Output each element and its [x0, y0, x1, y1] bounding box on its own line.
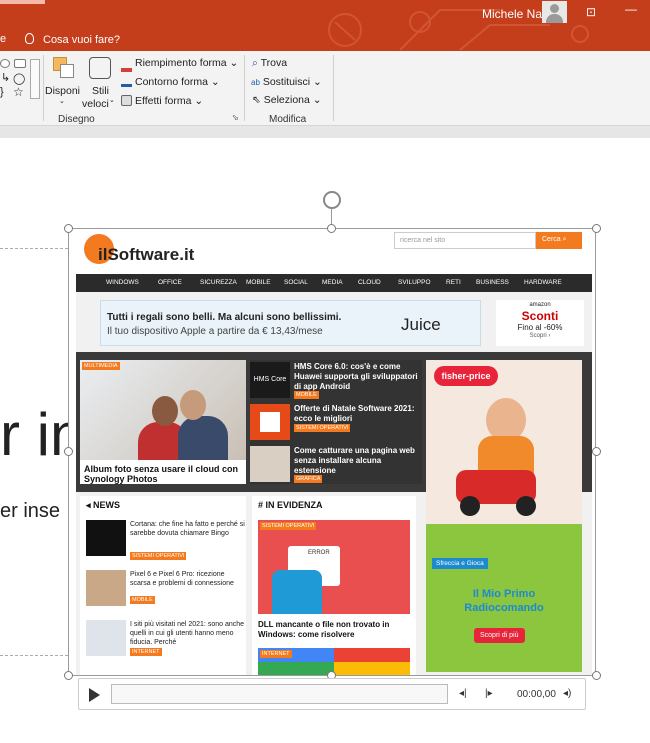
placeholder-border [0, 248, 68, 249]
draw-group-label: Disegno [58, 114, 95, 125]
step-forward-icon[interactable]: |▸ [485, 688, 493, 699]
minimize-icon[interactable]: — [625, 2, 637, 16]
oval-shape-icon[interactable] [0, 59, 10, 68]
tell-me-text: Cosa vuoi fare? [43, 34, 121, 46]
shape-fill-button[interactable]: Riempimento forma ⌄ [121, 57, 238, 72]
powerpoint-window: e Cosa vuoi fare? Michele Nasi ⊡ — ↳ ◯ }… [0, 0, 650, 743]
play-icon[interactable] [89, 688, 100, 702]
find-label: Trova [260, 57, 288, 69]
tell-me-box[interactable]: Cosa vuoi fare? [25, 33, 120, 46]
selection-border [68, 228, 596, 676]
quick-styles-label-2: veloci [82, 98, 109, 110]
resize-handle[interactable] [592, 224, 601, 233]
placeholder-border [0, 655, 68, 656]
dialog-launcher-icon[interactable]: ⬂ [232, 113, 239, 122]
ribbon-bottom-strip [0, 126, 650, 138]
media-controls: ◂| |▸ 00:00,00 ◂) [78, 678, 586, 710]
brace-shape-icon[interactable]: } [0, 86, 4, 98]
select-button[interactable]: ⇖ Seleziona ⌄ [252, 94, 322, 106]
arrow-shape-icon[interactable]: ↳ [1, 71, 10, 84]
lightbulb-icon [25, 33, 34, 44]
volume-icon[interactable]: ◂) [563, 688, 571, 699]
gallery-scroll[interactable] [30, 59, 40, 99]
rounded-rect-shape-icon[interactable] [14, 59, 26, 68]
shape-outline-button[interactable]: Contorno forma ⌄ [121, 76, 220, 88]
resize-handle[interactable] [64, 224, 73, 233]
active-tab-indicator [0, 0, 45, 4]
replace-button[interactable]: ab Sostituisci ⌄ [251, 76, 322, 88]
media-progress-bar[interactable] [111, 684, 448, 704]
quick-styles-label-1: Stili [92, 85, 109, 97]
resize-handle[interactable] [327, 224, 336, 233]
shape-effects-label: Effetti forma [135, 95, 192, 107]
paint-bucket-icon [121, 68, 132, 72]
avatar[interactable] [542, 1, 567, 23]
chevron-down-icon: ⌄ [59, 98, 65, 105]
pen-icon [121, 76, 132, 87]
flowchart-shape-icon[interactable]: ◯ [13, 72, 25, 85]
ribbon-pattern-decoration [328, 9, 589, 51]
divider [43, 55, 44, 121]
star-shape-icon[interactable]: ☆ [13, 85, 24, 99]
shape-fill-label: Riempimento forma [135, 57, 227, 69]
quick-styles-icon [89, 57, 111, 79]
resize-handle[interactable] [592, 671, 601, 680]
shape-outline-label: Contorno forma [135, 76, 208, 88]
resize-handle[interactable] [64, 671, 73, 680]
ribbon-display-options-icon[interactable]: ⊡ [586, 5, 596, 19]
replace-label: Sostituisci [262, 76, 311, 88]
title-bar: e Cosa vuoi fare? Michele Nasi ⊡ — [0, 0, 650, 51]
cursor-icon: ⇖ [252, 94, 261, 106]
user-name[interactable]: Michele Nasi [482, 7, 551, 21]
resize-handle[interactable] [592, 447, 601, 456]
ribbon: ↳ ◯ } ☆ Disponi ⌄ Stili veloci ⌄ Riempim… [0, 51, 650, 126]
slide-body-text[interactable]: er inse [0, 500, 60, 523]
step-back-icon[interactable]: ◂| [459, 688, 467, 699]
effects-icon [121, 95, 132, 106]
arrange-label: Disponi [45, 85, 81, 97]
search-icon: ⌕ [252, 57, 258, 69]
shape-effects-button[interactable]: Effetti forma ⌄ [121, 95, 203, 107]
rotate-handle-icon[interactable] [323, 191, 341, 209]
divider [244, 55, 245, 121]
chevron-down-icon: ⌄ [109, 97, 115, 104]
select-label: Seleziona [263, 94, 310, 106]
divider [333, 55, 334, 121]
media-time: 00:00,00 [517, 689, 556, 700]
replace-icon: ab [251, 78, 260, 87]
find-button[interactable]: ⌕ Trova [252, 57, 287, 70]
edit-group-label: Modifica [269, 114, 307, 125]
home-tab-fragment[interactable]: e [0, 33, 6, 45]
resize-handle[interactable] [64, 447, 73, 456]
